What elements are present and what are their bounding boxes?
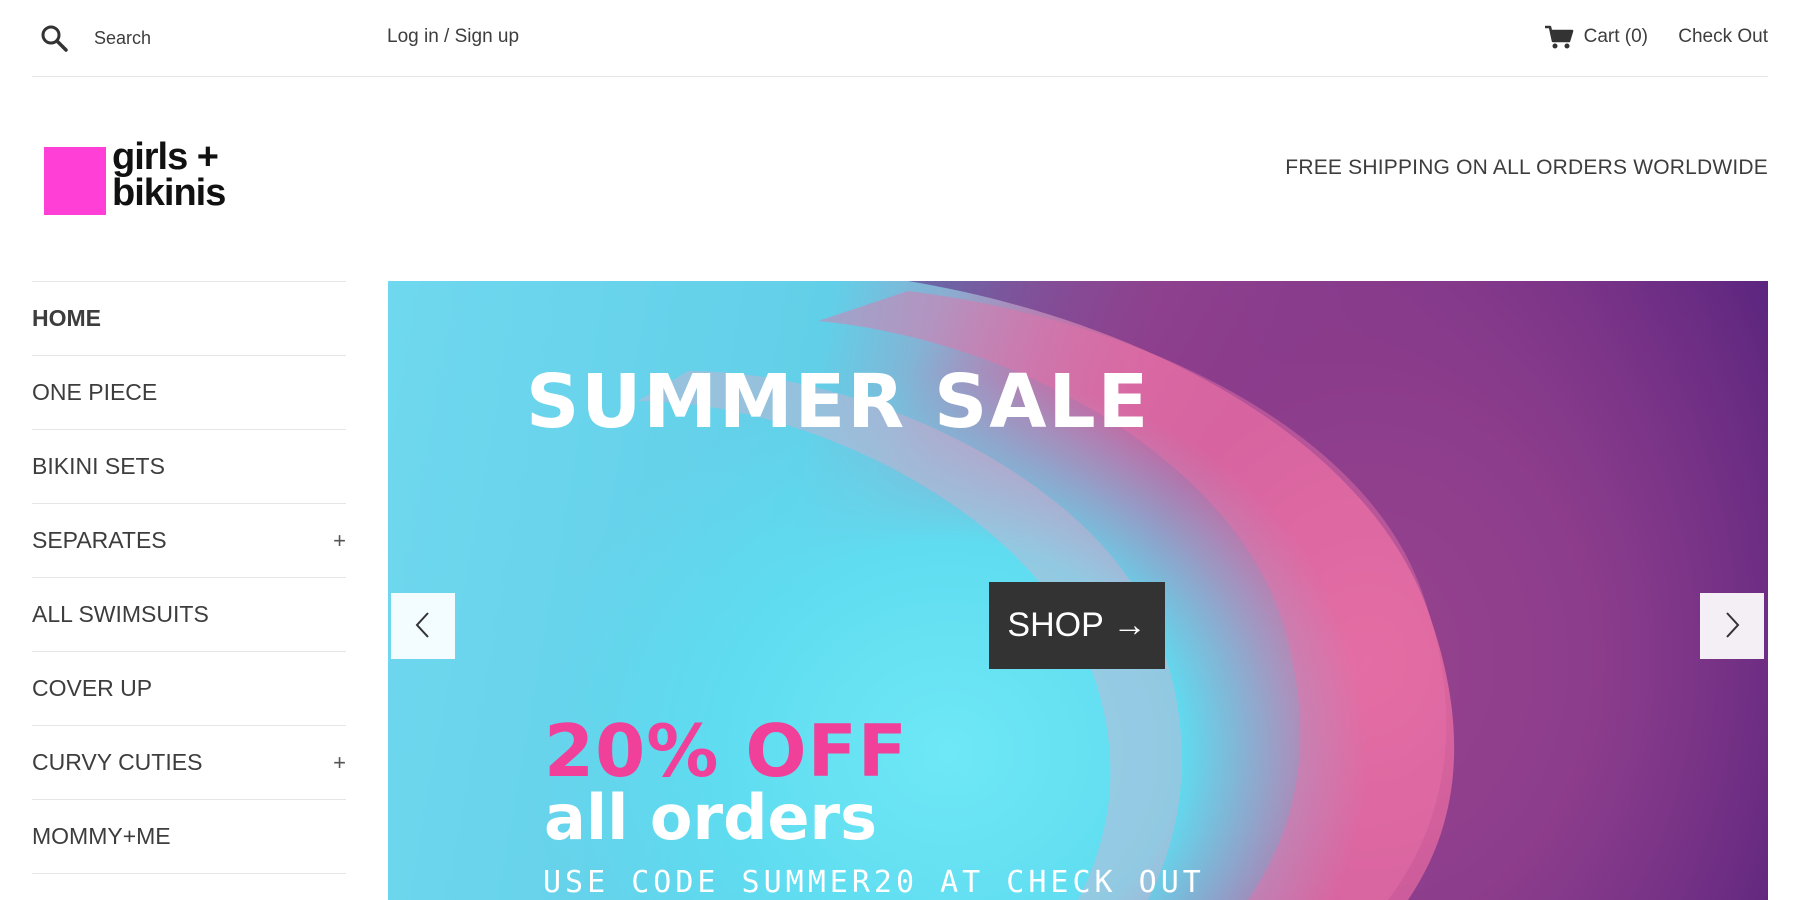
hero-subtitle: all orders — [544, 781, 878, 854]
sidebar-item-label: ONE PIECE — [32, 379, 158, 405]
login-signup-link[interactable]: Log in / Sign up — [387, 26, 519, 48]
sidebar-item-label: CURVY CUTIES — [32, 749, 203, 775]
sidebar-item-partial[interactable] — [32, 873, 346, 900]
sidebar-nav: HOME ONE PIECE BIKINI SETS SEPARATES + A… — [32, 281, 346, 900]
shipping-notice: FREE SHIPPING ON ALL ORDERS WORLDWIDE — [1285, 156, 1768, 179]
sidebar-item-label: HOME — [32, 305, 101, 331]
chevron-right-icon — [1723, 610, 1741, 643]
sidebar-item-label: SEPARATES — [32, 527, 167, 553]
sidebar-item-curvy-cuties[interactable]: CURVY CUTIES + — [32, 725, 346, 799]
checkout-link[interactable]: Check Out — [1678, 26, 1768, 48]
sidebar-item-one-piece[interactable]: ONE PIECE — [32, 355, 346, 429]
chevron-left-icon — [414, 610, 432, 643]
sidebar-item-home[interactable]: HOME — [32, 281, 346, 355]
sidebar-item-mommy-me[interactable]: MOMMY+ME — [32, 799, 346, 873]
top-bar: Log in / Sign up Cart (0) Check Out — [32, 0, 1768, 77]
search-input[interactable] — [94, 22, 374, 54]
logo[interactable]: girls + bikinis — [40, 135, 250, 220]
sidebar-item-separates[interactable]: SEPARATES + — [32, 503, 346, 577]
logo-text: girls + bikinis — [112, 136, 226, 214]
sidebar-item-bikini-sets[interactable]: BIKINI SETS — [32, 429, 346, 503]
hero-slider: SUMMER SALE 20% OFF all orders USE CODE … — [388, 281, 1768, 900]
sidebar-item-label: MOMMY+ME — [32, 823, 171, 849]
sidebar-item-label: ALL SWIMSUITS — [32, 601, 209, 627]
slider-next-button[interactable] — [1700, 593, 1764, 659]
cart-link[interactable]: Cart (0) — [1544, 24, 1648, 50]
expand-plus-icon[interactable]: + — [333, 528, 346, 554]
sidebar-item-all-swimsuits[interactable]: ALL SWIMSUITS — [32, 577, 346, 651]
search-icon[interactable] — [40, 24, 68, 52]
sidebar-item-label: COVER UP — [32, 675, 153, 701]
sidebar-item-label: BIKINI SETS — [32, 453, 165, 479]
logo-square — [44, 147, 106, 215]
cart-label: Cart (0) — [1583, 26, 1648, 47]
shop-button[interactable]: SHOP → — [989, 582, 1165, 669]
hero-title: SUMMER SALE — [526, 359, 1151, 445]
cart-icon — [1544, 24, 1574, 50]
slider-prev-button[interactable] — [391, 593, 455, 659]
expand-plus-icon[interactable]: + — [333, 750, 346, 776]
hero-code-text: USE CODE SUMMER20 AT CHECK OUT — [543, 865, 1205, 900]
sidebar-item-cover-up[interactable]: COVER UP — [32, 651, 346, 725]
